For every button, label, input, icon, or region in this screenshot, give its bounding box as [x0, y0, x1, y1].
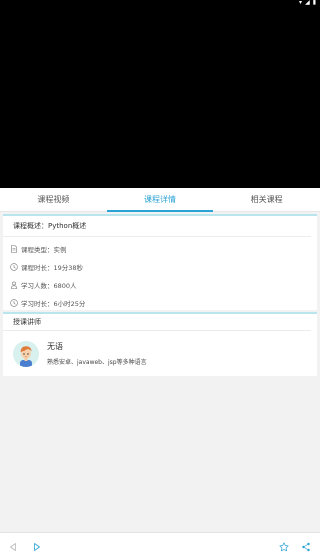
- teacher-text: 无语 熟悉安卓、javaweb、jsp等多种语言: [47, 341, 147, 366]
- course-type-row: 课程类型：实例: [3, 240, 317, 258]
- forward-arrow-icon: [34, 542, 40, 551]
- learners-row: 学习人数：6800人: [3, 276, 317, 294]
- teacher-name: 无语: [47, 342, 63, 351]
- clock-icon: [10, 263, 18, 271]
- wifi-icon: ▾: [299, 0, 303, 6]
- clock-icon: [10, 299, 18, 307]
- tab-course-details[interactable]: 课程详情: [106, 188, 214, 212]
- course-duration-text: 课程时长：19分38秒: [21, 264, 84, 272]
- course-summary: 课程概述：Python概述: [3, 216, 311, 237]
- document-icon: [10, 245, 18, 253]
- course-details-card: 课程概述：Python概述 课程类型：实例 课程时长：19分38秒 学习人数：6…: [3, 214, 317, 310]
- back-button[interactable]: [2, 536, 24, 558]
- person-icon: [10, 281, 18, 289]
- star-icon: [279, 541, 289, 551]
- video-player[interactable]: [0, 0, 320, 188]
- teacher-heading: 授课讲师: [3, 314, 311, 331]
- signal-icon: ◢: [305, 0, 310, 6]
- tab-bar: 课程视频 课程详情 相关课程: [0, 188, 320, 212]
- share-button[interactable]: [295, 536, 317, 558]
- favorite-button[interactable]: [273, 536, 295, 558]
- back-arrow-icon: [10, 542, 16, 551]
- study-time-text: 学习时长：6小时25分: [21, 300, 86, 308]
- status-icons: ▾ ◢ ▮: [299, 0, 316, 8]
- bottom-toolbar: [0, 532, 320, 560]
- course-type-text: 课程类型：实例: [21, 246, 67, 254]
- teacher-description: 熟悉安卓、javaweb、jsp等多种语言: [47, 359, 147, 366]
- learners-text: 学习人数：6800人: [21, 282, 77, 290]
- tab-related-courses[interactable]: 相关课程: [213, 188, 320, 211]
- forward-button[interactable]: [26, 536, 48, 558]
- battery-icon: ▮: [312, 0, 316, 6]
- status-bar: ▾ ◢ ▮: [0, 0, 320, 8]
- share-icon: [302, 542, 310, 551]
- teacher-info: 无语 熟悉安卓、javaweb、jsp等多种语言: [3, 331, 317, 376]
- study-time-row: 学习时长：6小时25分: [3, 294, 317, 312]
- course-duration-row: 课程时长：19分38秒: [3, 258, 317, 276]
- teacher-card: 授课讲师 无语 熟悉安卓、javaweb、jsp等多种语言: [3, 312, 317, 376]
- teacher-avatar: [13, 340, 39, 367]
- tab-course-video[interactable]: 课程视频: [0, 188, 107, 211]
